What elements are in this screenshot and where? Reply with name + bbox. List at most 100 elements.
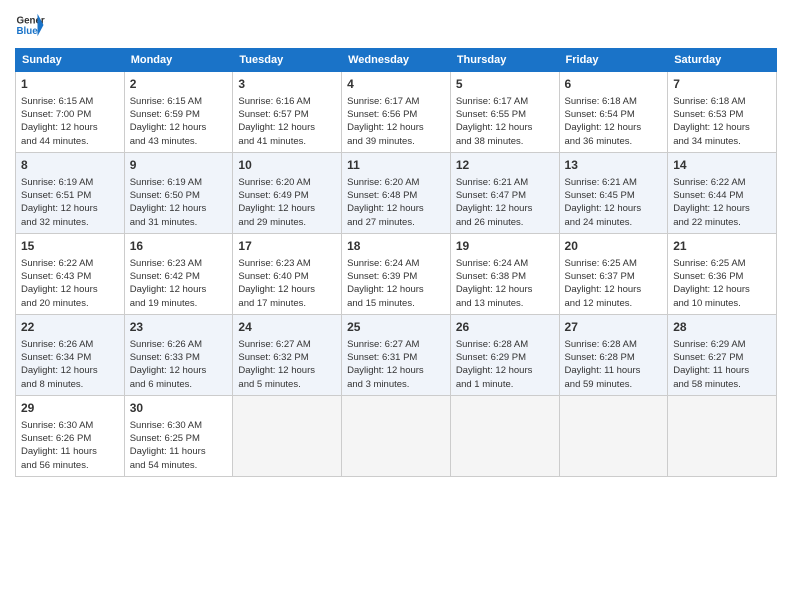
table-row: 26Sunrise: 6:28 AMSunset: 6:29 PMDayligh…: [450, 314, 559, 395]
day-info-line: and 15 minutes.: [347, 297, 445, 310]
day-number: 26: [456, 319, 554, 336]
day-number: 22: [21, 319, 119, 336]
day-info-line: Sunset: 6:44 PM: [673, 189, 771, 202]
table-row: 19Sunrise: 6:24 AMSunset: 6:38 PMDayligh…: [450, 233, 559, 314]
day-info-line: Daylight: 12 hours: [238, 202, 336, 215]
table-row: 21Sunrise: 6:25 AMSunset: 6:36 PMDayligh…: [668, 233, 777, 314]
day-info-line: Sunrise: 6:27 AM: [238, 338, 336, 351]
table-row: [559, 395, 668, 476]
day-number: 2: [130, 76, 228, 93]
day-info-line: Daylight: 12 hours: [130, 121, 228, 134]
day-info-line: and 5 minutes.: [238, 378, 336, 391]
col-sunday: Sunday: [16, 49, 125, 72]
day-info-line: Daylight: 12 hours: [130, 202, 228, 215]
day-info-line: Daylight: 12 hours: [238, 283, 336, 296]
day-info-line: Daylight: 11 hours: [673, 364, 771, 377]
day-info-line: Daylight: 12 hours: [673, 283, 771, 296]
day-info-line: Daylight: 12 hours: [565, 283, 663, 296]
logo: General Blue: [15, 10, 45, 40]
day-info-line: Sunset: 6:42 PM: [130, 270, 228, 283]
day-number: 12: [456, 157, 554, 174]
svg-text:Blue: Blue: [17, 26, 39, 37]
table-row: 13Sunrise: 6:21 AMSunset: 6:45 PMDayligh…: [559, 152, 668, 233]
table-row: [342, 395, 451, 476]
day-info-line: Sunrise: 6:20 AM: [238, 176, 336, 189]
col-wednesday: Wednesday: [342, 49, 451, 72]
day-info-line: Sunrise: 6:16 AM: [238, 95, 336, 108]
day-number: 18: [347, 238, 445, 255]
day-info-line: Daylight: 12 hours: [130, 364, 228, 377]
calendar-week-row: 22Sunrise: 6:26 AMSunset: 6:34 PMDayligh…: [16, 314, 777, 395]
day-info-line: Sunrise: 6:24 AM: [347, 257, 445, 270]
table-row: 18Sunrise: 6:24 AMSunset: 6:39 PMDayligh…: [342, 233, 451, 314]
day-info-line: and 22 minutes.: [673, 216, 771, 229]
day-info-line: and 1 minute.: [456, 378, 554, 391]
day-info-line: Daylight: 11 hours: [21, 445, 119, 458]
day-info-line: Sunset: 6:26 PM: [21, 432, 119, 445]
day-number: 4: [347, 76, 445, 93]
day-info-line: Sunset: 6:49 PM: [238, 189, 336, 202]
day-number: 6: [565, 76, 663, 93]
day-info-line: and 17 minutes.: [238, 297, 336, 310]
table-row: 12Sunrise: 6:21 AMSunset: 6:47 PMDayligh…: [450, 152, 559, 233]
day-info-line: Daylight: 12 hours: [347, 202, 445, 215]
day-number: 16: [130, 238, 228, 255]
day-info-line: Sunrise: 6:29 AM: [673, 338, 771, 351]
table-row: 24Sunrise: 6:27 AMSunset: 6:32 PMDayligh…: [233, 314, 342, 395]
day-number: 25: [347, 319, 445, 336]
day-info-line: and 32 minutes.: [21, 216, 119, 229]
table-row: 17Sunrise: 6:23 AMSunset: 6:40 PMDayligh…: [233, 233, 342, 314]
day-info-line: Sunset: 6:28 PM: [565, 351, 663, 364]
day-number: 28: [673, 319, 771, 336]
day-info-line: Daylight: 12 hours: [21, 202, 119, 215]
day-info-line: Daylight: 12 hours: [238, 121, 336, 134]
day-info-line: and 29 minutes.: [238, 216, 336, 229]
day-info-line: Sunrise: 6:23 AM: [130, 257, 228, 270]
day-number: 20: [565, 238, 663, 255]
day-info-line: and 8 minutes.: [21, 378, 119, 391]
day-info-line: Sunset: 6:55 PM: [456, 108, 554, 121]
day-info-line: Daylight: 12 hours: [456, 202, 554, 215]
day-info-line: Daylight: 12 hours: [347, 283, 445, 296]
day-info-line: and 39 minutes.: [347, 135, 445, 148]
day-info-line: Sunrise: 6:21 AM: [565, 176, 663, 189]
table-row: 4Sunrise: 6:17 AMSunset: 6:56 PMDaylight…: [342, 72, 451, 153]
day-number: 15: [21, 238, 119, 255]
day-info-line: and 44 minutes.: [21, 135, 119, 148]
day-info-line: Sunset: 7:00 PM: [21, 108, 119, 121]
day-info-line: Sunset: 6:59 PM: [130, 108, 228, 121]
table-row: 16 Sunrise: 6:23 AMSunset: 6:42 PMDayligh…: [124, 233, 233, 314]
table-row: 29Sunrise: 6:30 AMSunset: 6:26 PMDayligh…: [16, 395, 125, 476]
day-info-line: and 34 minutes.: [673, 135, 771, 148]
day-info-line: and 31 minutes.: [130, 216, 228, 229]
day-info-line: Daylight: 12 hours: [130, 283, 228, 296]
col-friday: Friday: [559, 49, 668, 72]
day-info-line: Sunset: 6:36 PM: [673, 270, 771, 283]
day-info-line: Daylight: 12 hours: [673, 202, 771, 215]
day-info-line: and 24 minutes.: [565, 216, 663, 229]
table-row: 2 Sunrise: 6:15 AMSunset: 6:59 PMDaylight…: [124, 72, 233, 153]
col-thursday: Thursday: [450, 49, 559, 72]
day-info-line: Daylight: 12 hours: [21, 121, 119, 134]
day-info-line: and 54 minutes.: [130, 459, 228, 472]
day-info-line: Daylight: 12 hours: [21, 283, 119, 296]
day-info-line: and 3 minutes.: [347, 378, 445, 391]
day-info-line: Sunrise: 6:20 AM: [347, 176, 445, 189]
page-container: General Blue Sunday Monday Tuesday Wedne…: [0, 0, 792, 487]
day-info-line: Sunset: 6:45 PM: [565, 189, 663, 202]
page-header: General Blue: [15, 10, 777, 40]
day-info-line: Sunrise: 6:15 AM: [130, 95, 228, 108]
day-number: 8: [21, 157, 119, 174]
calendar-week-row: 1Sunrise: 6:15 AMSunset: 7:00 PMDaylight…: [16, 72, 777, 153]
day-info-line: Sunrise: 6:17 AM: [456, 95, 554, 108]
day-info-line: Sunrise: 6:17 AM: [347, 95, 445, 108]
day-info-line: Daylight: 12 hours: [673, 121, 771, 134]
day-info-line: Sunrise: 6:30 AM: [130, 419, 228, 432]
day-info-line: Daylight: 12 hours: [456, 121, 554, 134]
day-info-line: and 27 minutes.: [347, 216, 445, 229]
day-info-line: Daylight: 11 hours: [565, 364, 663, 377]
calendar-header-row: Sunday Monday Tuesday Wednesday Thursday…: [16, 49, 777, 72]
day-info-line: and 26 minutes.: [456, 216, 554, 229]
day-info-line: Sunset: 6:31 PM: [347, 351, 445, 364]
day-number: 11: [347, 157, 445, 174]
